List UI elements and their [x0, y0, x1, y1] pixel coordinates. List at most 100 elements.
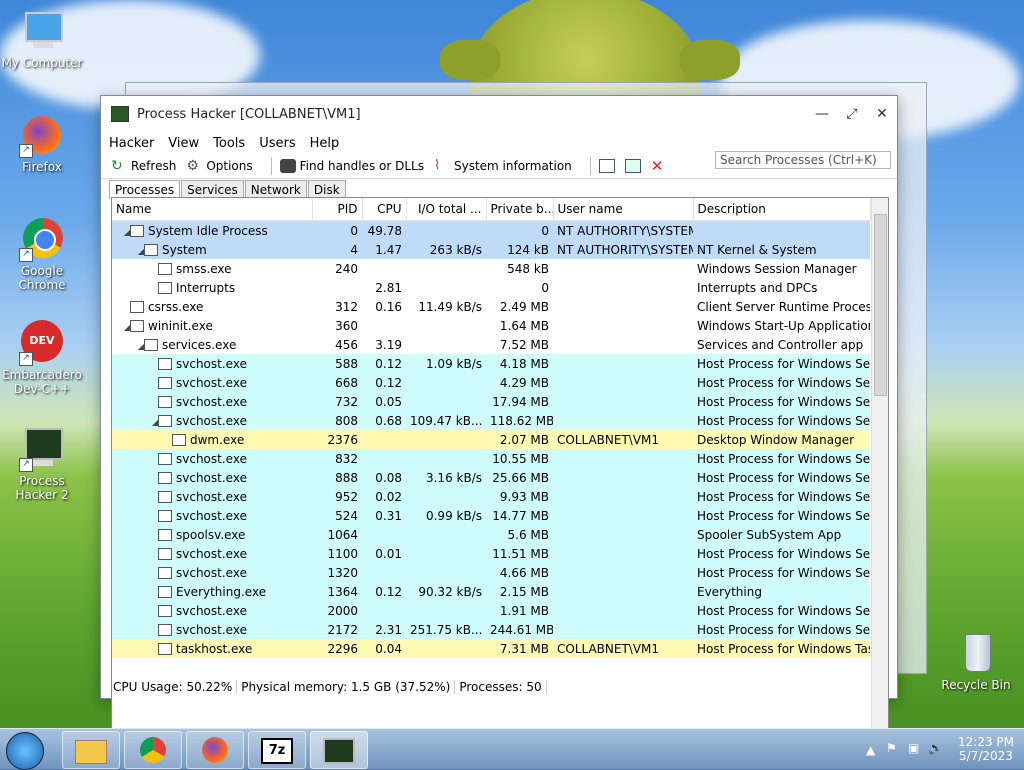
cell-name: dwm.exe [112, 430, 312, 449]
table-row[interactable]: svchost.exe 1320 4.66 MB Host Process for W… [112, 563, 870, 582]
cell-text: 1.64 MB [499, 318, 549, 333]
table-row[interactable]: taskhost.exe 2296 0.04 7.31 MB COLLABNET\VM1… [112, 639, 870, 658]
network-icon[interactable]: ▣ [908, 741, 919, 755]
system-information-button[interactable]: ⌇ System information [434, 159, 572, 174]
volume-icon[interactable]: 🔈 [928, 741, 943, 755]
expand-icon[interactable]: ◢ [120, 323, 130, 332]
desktop-icon-chrome[interactable]: ↗ Google Chrome [0, 216, 84, 292]
table-row[interactable]: dwm.exe 2376 2.07 MB COLLABNET\VM1 Desktop W… [112, 430, 870, 449]
cell-pid: 2172 [312, 620, 362, 639]
expand-icon[interactable]: ◢ [120, 228, 130, 237]
expand-icon[interactable]: ◢ [134, 342, 144, 351]
clock[interactable]: 12:23 PM 5/7/2023 [956, 735, 1016, 763]
cell-user [553, 601, 693, 620]
binoculars-icon [279, 159, 296, 173]
cell-text: svchost.exe [176, 508, 247, 523]
table-row[interactable]: svchost.exe 2172 2.31 251.75 kB... 244.61 MB… [112, 620, 870, 639]
menu-view[interactable]: View [168, 136, 199, 151]
table-row[interactable]: Interrupts 2.81 0 Interrupts and DPCs [112, 278, 870, 297]
table-row[interactable]: ◢ services.exe 456 3.19 7.52 MB Services and … [112, 335, 870, 354]
scroll-thumb[interactable] [874, 214, 887, 396]
column-pid[interactable]: PID [312, 198, 363, 221]
table-row[interactable]: ◢ wininit.exe 360 1.64 MB Windows Start-Up A… [112, 316, 870, 335]
cell-text: Everything [697, 584, 762, 599]
cell-text: smss.exe [176, 261, 232, 276]
table-row[interactable]: svchost.exe 832 10.55 MB Host Process for W… [112, 449, 870, 468]
table-row[interactable]: ◢ svchost.exe 808 0.68 109.47 kB... 118.62 MB… [112, 411, 870, 430]
cell-text: 588 [335, 356, 358, 371]
taskbar-firefox[interactable] [186, 731, 244, 769]
taskbar-chrome[interactable] [124, 731, 182, 769]
cell-pid: 888 [312, 468, 362, 487]
cell-text: 524 [335, 508, 358, 523]
table-row[interactable]: spoolsv.exe 1064 5.6 MB Spooler SubSystem A… [112, 525, 870, 544]
cell-text: 2376 [327, 432, 358, 447]
table-row[interactable]: svchost.exe 2000 1.91 MB Host Process for W… [112, 601, 870, 620]
show-hidden-icons[interactable]: ▲ [866, 743, 875, 757]
cell-desc: Windows Session Manager [693, 259, 870, 278]
column-cpu[interactable]: CPU [362, 198, 407, 221]
table-row[interactable]: svchost.exe 952 0.02 9.93 MB Host Process fo… [112, 487, 870, 506]
table-row[interactable]: smss.exe 240 548 kB Windows Session Manager [112, 259, 870, 278]
maximize-button[interactable]: ⤢ [837, 106, 867, 122]
menu-hacker[interactable]: Hacker [109, 136, 154, 151]
window-icon[interactable] [598, 159, 615, 173]
cell-text: taskhost.exe [176, 641, 253, 656]
flag-icon[interactable]: ⚑ [886, 741, 897, 755]
cell-text: Host Process for Windows Ser... [697, 375, 870, 390]
search-input[interactable]: Search Processes (Ctrl+K) [715, 151, 891, 169]
close-button[interactable]: ✕ [867, 106, 897, 122]
cell-user [553, 316, 693, 335]
cell-name: ◢ System Idle Process [112, 220, 312, 240]
table-row[interactable]: svchost.exe 588 0.12 1.09 kB/s 4.18 MB Host P… [112, 354, 870, 373]
taskbar-process-hacker[interactable] [310, 731, 368, 769]
cell-text: 888 [335, 470, 358, 485]
column-io[interactable]: I/O total ... [406, 198, 487, 221]
table-row[interactable]: svchost.exe 732 0.05 17.94 MB Host Process f… [112, 392, 870, 411]
title-bar[interactable]: Process Hacker [COLLABNET\VM1] — ⤢ ✕ [101, 96, 897, 132]
menu-help[interactable]: Help [310, 136, 340, 151]
table-row[interactable]: svchost.exe 888 0.08 3.16 kB/s 25.66 MB Host … [112, 468, 870, 487]
column-description[interactable]: Description [693, 198, 871, 221]
table-row[interactable]: ◢ System 4 1.47 263 kB/s 124 kB NT AUTHORITY\S… [112, 240, 870, 259]
menu-users[interactable]: Users [259, 136, 295, 151]
start-button[interactable] [6, 732, 44, 770]
column-private-bytes[interactable]: Private b... [486, 198, 554, 221]
cell-cpu: 1.47 [362, 240, 406, 259]
table-row[interactable]: svchost.exe 1100 0.01 11.51 MB Host Process … [112, 544, 870, 563]
table-row[interactable]: Everything.exe 1364 0.12 90.32 kB/s 2.15 MB E… [112, 582, 870, 601]
desktop-icon-process-hacker[interactable]: ↗ Process Hacker 2 [0, 426, 84, 502]
vertical-scrollbar[interactable] [871, 198, 888, 766]
column-name[interactable]: Name [112, 198, 313, 221]
cell-text: NT AUTHORITY\SYSTEM [557, 242, 693, 257]
taskbar-7zip[interactable]: 7z [248, 731, 306, 769]
expand-icon[interactable]: ◢ [134, 247, 144, 256]
cell-name: ◢ svchost.exe [112, 411, 312, 430]
cell-text: 0.12 [375, 375, 402, 390]
find-handles-button[interactable]: Find handles or DLLs [279, 159, 424, 173]
table-row[interactable]: ◢ System Idle Process 0 49.78 0 NT AUTHORITY\… [112, 220, 870, 240]
desktop-icon-my-computer[interactable]: My Computer [0, 8, 84, 70]
cell-text: 240 [335, 261, 358, 276]
expand-icon[interactable]: ◢ [148, 418, 158, 427]
menu-tools[interactable]: Tools [213, 136, 245, 151]
table-row[interactable]: svchost.exe 668 0.12 4.29 MB Host Process fo… [112, 373, 870, 392]
minimize-button[interactable]: — [807, 106, 837, 122]
status-bar: CPU Usage: 50.22% Physical memory: 1.5 G… [109, 676, 547, 698]
column-user[interactable]: User name [553, 198, 694, 221]
refresh-button[interactable]: ↻ Refresh [111, 159, 176, 173]
terminate-icon[interactable]: ✕ [651, 157, 664, 175]
cell-cpu [362, 316, 406, 335]
taskbar-explorer[interactable] [62, 731, 120, 769]
desktop-icon-recycle-bin[interactable]: Recycle Bin [934, 630, 1018, 692]
table-row[interactable]: svchost.exe 524 0.31 0.99 kB/s 14.77 MB Host … [112, 506, 870, 525]
cell-text: 4.66 MB [499, 565, 549, 580]
cell-text: 25.66 MB [492, 470, 549, 485]
go-to-icon[interactable] [624, 159, 641, 173]
cell-text: Host Process for Windows Tas... [697, 641, 870, 656]
options-button[interactable]: ⚙ Options [186, 159, 252, 173]
desktop-icon-firefox[interactable]: ↗ Firefox [0, 112, 84, 174]
cell-cpu: 0.68 [362, 411, 406, 430]
desktop-icon-devcpp[interactable]: DEV ↗ Embarcadero Dev-C++ [0, 320, 84, 396]
table-row[interactable]: csrss.exe 312 0.16 11.49 kB/s 2.49 MB Client … [112, 297, 870, 316]
